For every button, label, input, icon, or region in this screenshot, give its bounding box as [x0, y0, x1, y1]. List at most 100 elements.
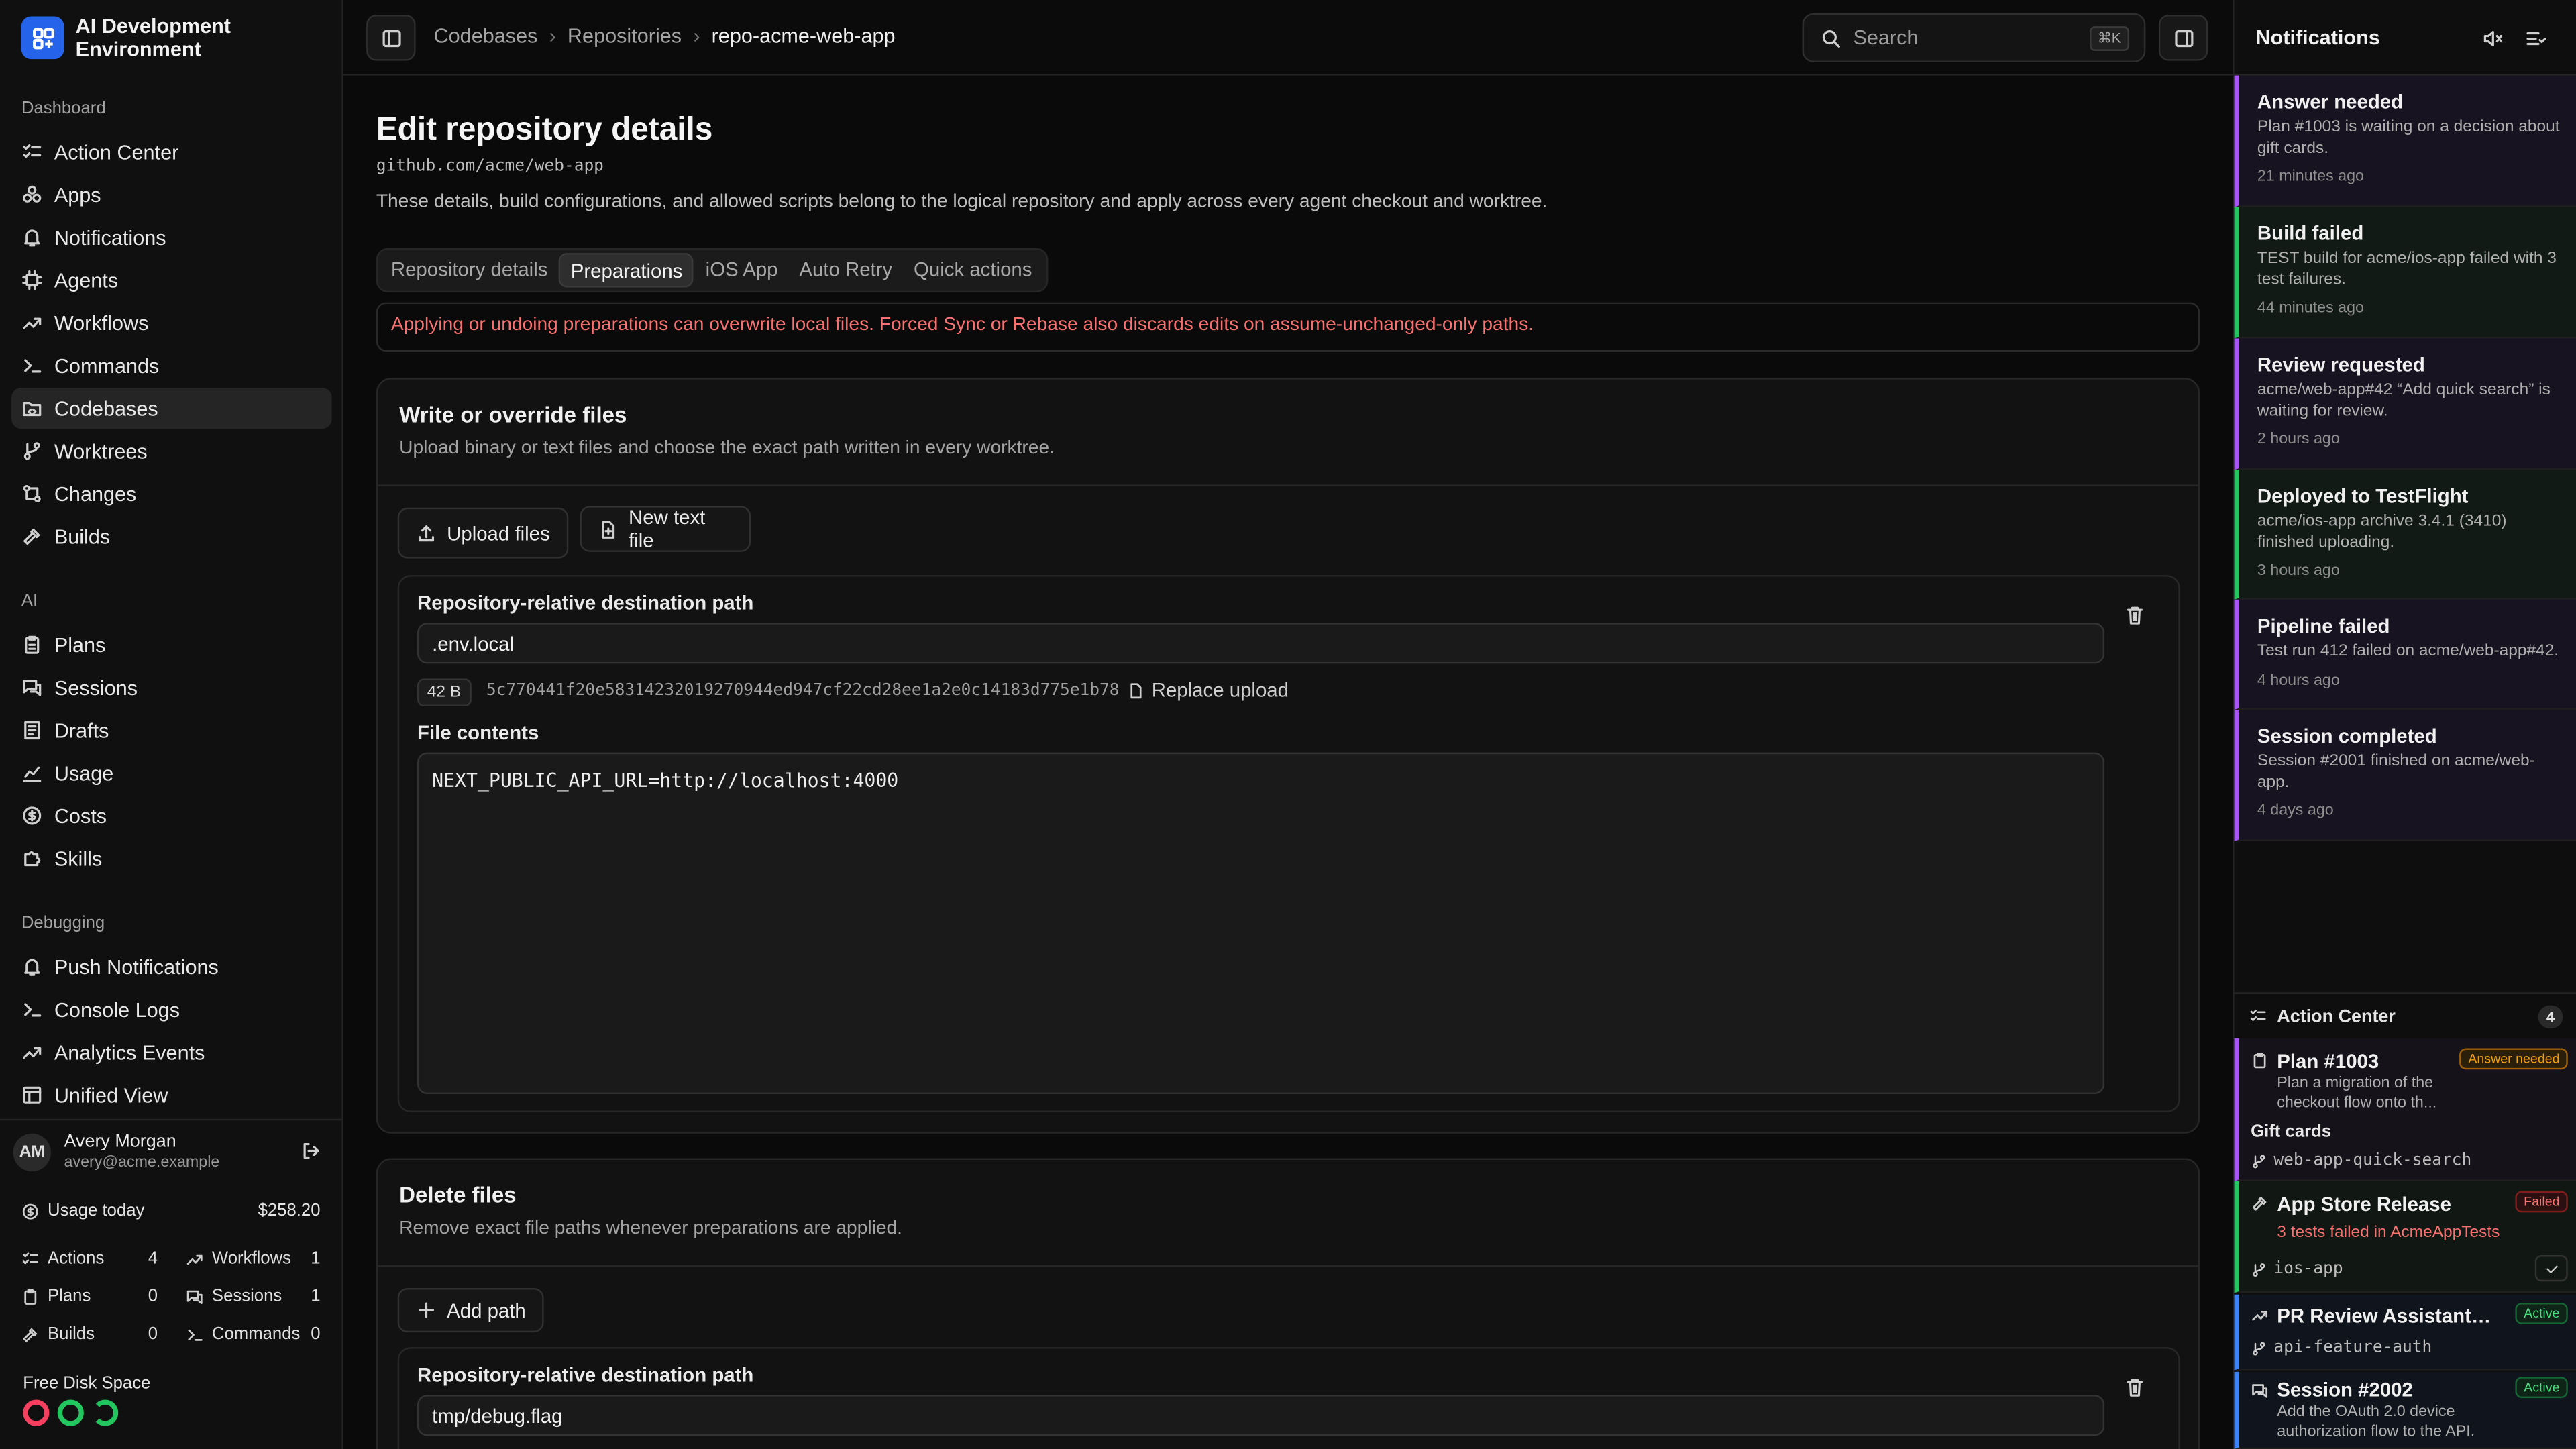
notification-title: Review requested	[2257, 353, 2425, 376]
trash-icon[interactable]	[2125, 604, 2146, 626]
sidebar-item-costs[interactable]: Costs	[11, 795, 332, 836]
sidebar-item-skills[interactable]: Skills	[11, 838, 332, 879]
new-text-file-button[interactable]: New text file	[580, 506, 751, 552]
sidebar-item-notifications[interactable]: Notifications	[11, 217, 332, 258]
stat-plans[interactable]: Plans 0	[21, 1287, 158, 1306]
action-item-pr-review[interactable]: PR Review Assistant #4... Active api-fea…	[2234, 1294, 2576, 1371]
sidebar-item-sessions[interactable]: Sessions	[11, 667, 332, 708]
tab-auto-retry[interactable]: Auto Retry	[790, 253, 902, 287]
sidebar-item-label: Commands	[54, 354, 160, 378]
notification-item[interactable]: Pipeline failed Test run 412 failed on a…	[2234, 599, 2576, 710]
sidebar-item-analytics-events[interactable]: Analytics Events	[11, 1032, 332, 1073]
branch-name: ios-app	[2273, 1260, 2343, 1279]
mute-icon[interactable]	[2482, 28, 2504, 50]
sidebar-item-label: Builds	[54, 525, 111, 548]
top-bar: Codebases › Repositories › repo-acme-web…	[343, 0, 2233, 76]
tab-ios-app[interactable]: iOS App	[696, 253, 788, 287]
action-center-count: 4	[2538, 1005, 2563, 1029]
button-label: Upload files	[447, 521, 550, 545]
destination-path-input[interactable]: .env.local	[417, 623, 2105, 664]
action-item-session[interactable]: Session #2002 Active Add the OAuth 2.0 d…	[2234, 1371, 2576, 1449]
sidebar-item-apps[interactable]: Apps	[11, 174, 332, 215]
action-item-plan[interactable]: Plan #1003 Answer needed Plan a migratio…	[2234, 1038, 2576, 1181]
draft-icon	[24, 721, 40, 740]
branch-icon	[2253, 1341, 2265, 1355]
stat-value: 0	[148, 1324, 158, 1344]
stat-actions[interactable]: Actions 4	[21, 1248, 158, 1269]
add-path-button[interactable]: Add path	[397, 1288, 544, 1333]
button-label: New text file	[629, 506, 706, 552]
tab-repository-details[interactable]: Repository details	[381, 253, 557, 287]
chat-icon	[23, 680, 42, 696]
stat-builds[interactable]: Builds 0	[21, 1324, 158, 1344]
file-contents-textarea[interactable]: NEXT_PUBLIC_API_URL=http://localhost:400…	[417, 752, 2105, 1095]
sidebar-item-plans[interactable]: Plans	[11, 625, 332, 665]
app-logo-icon	[21, 16, 64, 60]
action-center-header[interactable]: Action Center 4	[2234, 992, 2576, 1038]
mark-all-read-icon[interactable]	[2525, 28, 2546, 50]
action-branch: web-app-quick-search	[2251, 1152, 2471, 1170]
contents-label: File contents	[417, 721, 539, 745]
sidebar-item-worktrees[interactable]: Worktrees	[11, 431, 332, 472]
folder-code-icon	[23, 402, 42, 417]
stat-label: Workflows	[211, 1248, 292, 1269]
sidebar-item-console-logs[interactable]: Console Logs	[11, 989, 332, 1030]
stat-label: Commands	[211, 1324, 301, 1344]
sidebar-item-codebases[interactable]: Codebases	[11, 387, 332, 429]
logout-icon[interactable]	[301, 1140, 322, 1162]
sidebar-item-action-center[interactable]: Action Center	[11, 131, 332, 172]
action-item-app-store-release[interactable]: App Store Release Failed 3 tests failed …	[2234, 1181, 2576, 1293]
search-placeholder: Search	[1853, 26, 1919, 50]
stat-label: Builds	[48, 1324, 95, 1344]
tab-quick-actions[interactable]: Quick actions	[904, 253, 1042, 287]
sidebar-item-workflows[interactable]: Workflows	[11, 303, 332, 343]
acknowledge-button[interactable]	[2534, 1255, 2568, 1282]
notification-body: acme/ios-app archive 3.4.1 (3410) finish…	[2257, 513, 2507, 551]
sidebar-item-usage[interactable]: Usage	[11, 753, 332, 794]
stat-label: Sessions	[211, 1286, 282, 1306]
sidebar-item-label: Workflows	[54, 311, 149, 335]
replace-upload-button[interactable]: Replace upload	[1127, 678, 1289, 702]
sidebar-item-changes[interactable]: Changes	[11, 473, 332, 514]
trash-icon[interactable]	[2125, 1377, 2146, 1398]
search-input[interactable]: Search ⌘K	[1802, 13, 2146, 63]
sidebar-item-drafts[interactable]: Drafts	[11, 710, 332, 751]
breadcrumb-repositories[interactable]: Repositories	[568, 25, 682, 48]
stat-commands[interactable]: Commands 0	[186, 1324, 321, 1344]
stat-workflows[interactable]: Workflows 1	[186, 1248, 321, 1269]
sidebar-item-label: Worktrees	[54, 439, 148, 463]
sidebar-item-label: Changes	[54, 482, 137, 506]
page-description: These details, build configurations, and…	[376, 192, 1548, 212]
delete-path-input[interactable]: tmp/debug.flag	[417, 1395, 2105, 1436]
sidebar-item-builds[interactable]: Builds	[11, 516, 332, 557]
file-hash: 5c770441f20e58314232019270944ed947cf22cd…	[486, 682, 1120, 700]
notification-time: 3 hours ago	[2257, 561, 2340, 580]
notification-item[interactable]: Build failed TEST build for acme/ios-app…	[2234, 207, 2576, 339]
notification-time: 21 minutes ago	[2257, 167, 2365, 186]
notification-title: Pipeline failed	[2257, 614, 2390, 638]
action-title: Session #2002	[2277, 1378, 2413, 1401]
action-title: PR Review Assistant #4...	[2277, 1304, 2496, 1328]
breadcrumb-codebases[interactable]: Codebases	[434, 25, 538, 48]
sidebar-item-agents[interactable]: Agents	[11, 260, 332, 301]
sidebar-item-label: Push Notifications	[54, 955, 219, 979]
clipboard-icon	[24, 1288, 37, 1304]
notification-item[interactable]: Answer needed Plan #1003 is waiting on a…	[2234, 75, 2576, 207]
sidebar-item-commands[interactable]: Commands	[11, 345, 332, 386]
notification-item[interactable]: Deployed to TestFlight acme/ios-app arch…	[2234, 470, 2576, 600]
section-title: Write or override files	[399, 402, 627, 427]
user-profile[interactable]: AM Avery Morgan avery@acme.example	[0, 1118, 342, 1181]
sidebar-item-unified-view[interactable]: Unified View	[11, 1075, 332, 1116]
upload-files-button[interactable]: Upload files	[397, 507, 568, 559]
toggle-sidebar-button[interactable]	[366, 15, 416, 61]
sidebar-item-push-notifications[interactable]: Push Notifications	[11, 947, 332, 987]
notification-title: Answer needed	[2257, 90, 2404, 113]
toggle-panel-button[interactable]	[2158, 15, 2208, 61]
stat-sessions[interactable]: Sessions 1	[186, 1287, 321, 1306]
app-header[interactable]: AI Development Environment	[21, 15, 256, 61]
notification-item[interactable]: Session completed Session #2001 finished…	[2234, 709, 2576, 841]
notification-item[interactable]: Review requested acme/web-app#42 “Add qu…	[2234, 338, 2576, 470]
tab-preparations[interactable]: Preparations	[559, 253, 694, 288]
divider	[378, 484, 2198, 486]
notification-time: 4 days ago	[2257, 802, 2334, 820]
